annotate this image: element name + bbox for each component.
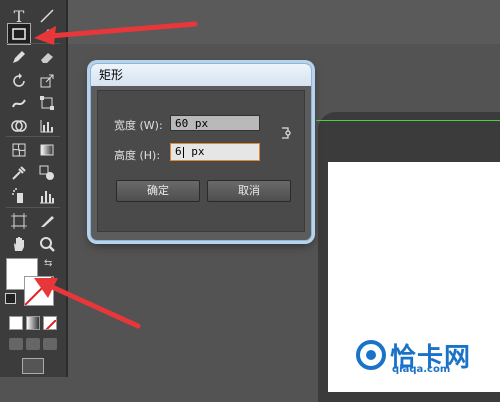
eraser-tool-2[interactable]	[36, 47, 58, 67]
rectangle-tool-icon	[12, 28, 26, 40]
shape-builder-icon	[11, 120, 27, 132]
pencil-tool[interactable]	[8, 47, 30, 67]
free-transform-icon	[40, 96, 54, 110]
scale-icon	[40, 74, 54, 88]
none-icon	[45, 319, 56, 329]
rectangle-tool[interactable]	[7, 23, 31, 45]
symbol-sprayer-icon	[12, 188, 23, 203]
mesh-icon	[12, 143, 26, 157]
tool-separator	[6, 207, 60, 208]
blend-tool[interactable]	[36, 163, 58, 183]
height-value-after-caret: px	[184, 145, 205, 158]
eyedropper-tool[interactable]	[8, 163, 30, 183]
column-graph-icon	[40, 191, 54, 204]
default-fill-stroke-icon[interactable]	[5, 293, 16, 304]
none-stroke-icon	[25, 277, 53, 305]
warp-tool[interactable]	[8, 93, 30, 113]
zoom-tool[interactable]	[36, 234, 58, 254]
slice-icon	[41, 216, 54, 227]
free-transform-tool[interactable]	[36, 93, 58, 113]
tool-separator	[6, 43, 60, 44]
hand-icon	[14, 237, 24, 251]
stroke-swatch[interactable]	[24, 276, 54, 306]
width-field[interactable]: 60 px	[170, 115, 260, 131]
rotate-icon	[13, 73, 25, 87]
smart-guide	[316, 120, 500, 121]
symbol-sprayer-tool[interactable]	[8, 186, 30, 206]
mesh-tool[interactable]	[8, 140, 30, 160]
ok-button[interactable]: 确定	[116, 180, 200, 202]
eraser-tool[interactable]	[36, 24, 58, 44]
dialog-title: 矩形	[91, 64, 311, 86]
swap-fill-stroke-icon[interactable]: ⇆	[44, 258, 52, 269]
none-mode-button[interactable]	[43, 316, 57, 330]
type-tool[interactable]: T	[8, 6, 30, 26]
line-segment-icon	[40, 9, 54, 23]
tool-separator	[6, 136, 60, 137]
shape-builder-tool[interactable]	[8, 116, 30, 136]
height-field[interactable]: 6 px	[170, 143, 260, 161]
rectangle-dialog: 矩形 宽度 (W): 60 px 高度 (H): 6 px 确定 取消	[90, 63, 312, 241]
eraser-icon	[41, 53, 53, 63]
pencil-icon	[13, 51, 25, 63]
warp-icon	[12, 99, 26, 108]
eyedropper-icon	[12, 166, 26, 180]
gradient-mode-button[interactable]	[26, 316, 40, 330]
blend-icon	[39, 165, 54, 180]
gradient-icon	[40, 144, 54, 156]
watermark-url: qiaqa.com	[392, 364, 451, 375]
line-segment-tool[interactable]	[36, 6, 58, 26]
width-label: 宽度 (W):	[114, 119, 163, 132]
height-value-before-caret: 6	[175, 145, 182, 158]
zoom-icon	[40, 237, 55, 252]
height-label: 高度 (H):	[114, 149, 161, 162]
artboard-tool[interactable]	[8, 211, 30, 231]
graph-tool[interactable]	[36, 116, 58, 136]
draw-normal-button[interactable]	[9, 338, 23, 350]
rotate-tool[interactable]	[8, 71, 30, 91]
eraser-icon	[42, 29, 53, 40]
type-icon: T	[13, 6, 25, 26]
graph-icon	[40, 120, 53, 133]
screen-mode-button[interactable]	[22, 358, 44, 374]
scale-tool[interactable]	[36, 71, 58, 91]
dialog-body: 宽度 (W): 60 px 高度 (H): 6 px 确定 取消	[97, 90, 305, 232]
watermark-icon	[356, 340, 386, 370]
slice-tool[interactable]	[36, 211, 58, 231]
artboard-icon	[11, 213, 27, 229]
tools-panel-divider	[66, 0, 68, 377]
hand-tool[interactable]	[8, 234, 30, 254]
column-graph-tool[interactable]	[36, 186, 58, 206]
text-caret	[182, 146, 184, 158]
draw-inside-button[interactable]	[43, 338, 57, 350]
document-tab-bar	[68, 0, 500, 44]
constrain-proportions-link-icon[interactable]	[280, 125, 292, 141]
cancel-button[interactable]: 取消	[207, 180, 291, 202]
draw-behind-button[interactable]	[26, 338, 40, 350]
color-mode-button[interactable]	[9, 316, 23, 330]
gradient-tool[interactable]	[36, 140, 58, 160]
